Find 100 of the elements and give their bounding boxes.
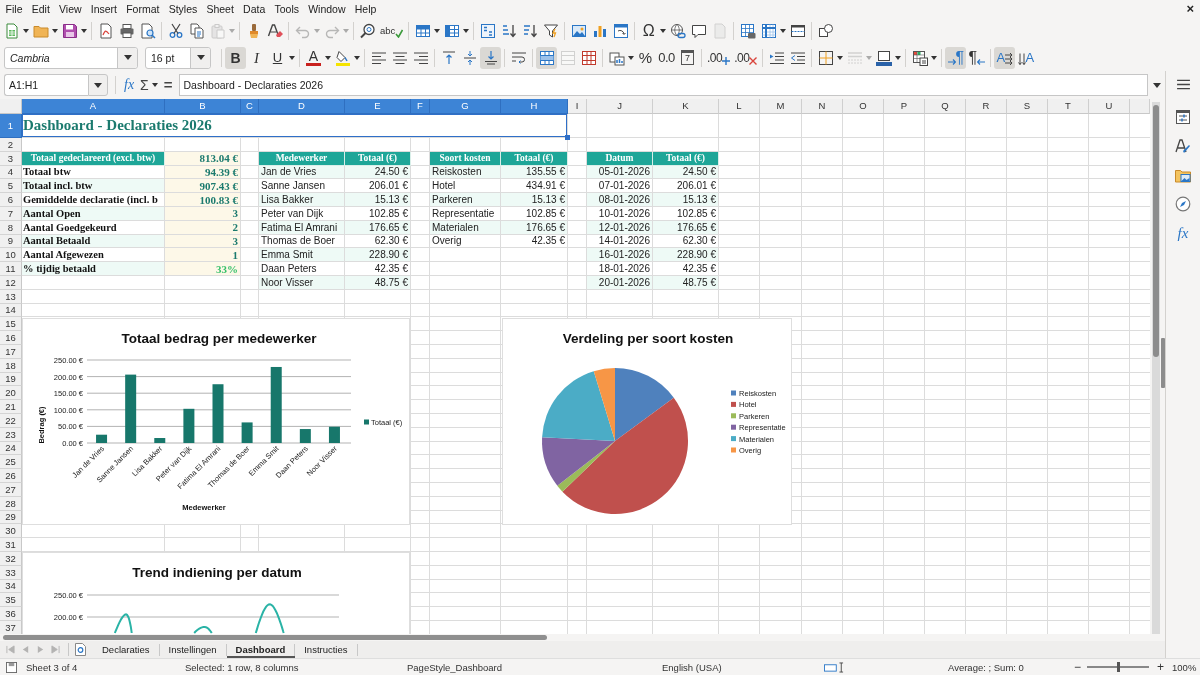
column-header[interactable]: L [719, 99, 760, 114]
column-header[interactable]: G [430, 99, 501, 114]
percent-button[interactable]: % [635, 46, 656, 69]
formula-input[interactable]: Dashboard - Declaraties 2026 [178, 74, 1148, 96]
font-color-button[interactable]: A [303, 46, 324, 69]
row-header[interactable]: 11 [0, 262, 22, 276]
functions-tab[interactable]: fx [1177, 225, 1189, 241]
function-wizard-button[interactable]: fx [122, 75, 137, 95]
menu-item[interactable]: Data [238, 2, 270, 16]
column-header[interactable]: Q [925, 99, 966, 114]
dropdown-arrow-icon[interactable] [354, 55, 360, 60]
zoom-percentage[interactable]: 100% [1172, 661, 1197, 673]
zoom-in-button[interactable]: + [1155, 660, 1167, 674]
dropdown-arrow-icon[interactable] [628, 55, 634, 60]
column-header[interactable]: F [411, 99, 430, 114]
row-header[interactable]: 25 [0, 455, 22, 470]
menu-item[interactable]: Edit [27, 2, 55, 16]
row-header[interactable]: 21 [0, 400, 22, 414]
dropdown-arrow-icon[interactable] [52, 29, 58, 33]
column-header[interactable]: I [568, 99, 587, 114]
column-header[interactable]: K [653, 99, 719, 114]
row-header[interactable]: 5 [0, 179, 22, 194]
bold-button[interactable]: B [225, 46, 246, 69]
dropdown-arrow-icon[interactable] [660, 29, 667, 33]
right-to-left-button[interactable]: ¶ [966, 46, 988, 69]
row-header[interactable]: 35 [0, 593, 22, 608]
close-document-button[interactable]: × [1184, 2, 1196, 16]
vertical-scrollbar-thumb[interactable] [1153, 105, 1159, 357]
menu-item[interactable]: Help [350, 2, 381, 16]
row-header[interactable]: 15 [0, 317, 22, 332]
document-status-icon[interactable] [6, 661, 17, 673]
styles-icon[interactable] [1175, 138, 1191, 154]
menu-item[interactable]: View [54, 2, 87, 16]
column-header[interactable]: P [884, 99, 925, 114]
dropdown-arrow-icon[interactable] [325, 55, 331, 60]
column-header[interactable]: R [966, 99, 1007, 114]
name-box-dropdown-button[interactable] [88, 74, 108, 96]
column-header[interactable]: M [760, 99, 802, 114]
row-header[interactable]: 30 [0, 524, 22, 539]
dropdown-arrow-icon[interactable] [151, 83, 158, 87]
name-box[interactable]: A1:H1 [4, 74, 88, 96]
dropdown-arrow-icon[interactable] [434, 29, 441, 33]
add-decimal-button[interactable]: .00 [705, 46, 733, 69]
formula-button[interactable]: = [161, 75, 175, 95]
column-header[interactable]: A [22, 99, 165, 114]
zoom-slider-thumb[interactable] [1116, 662, 1120, 672]
sheet-tab[interactable]: Declaraties [93, 643, 160, 656]
fill-handle-icon[interactable] [565, 135, 570, 140]
menu-item[interactable]: Sheet [201, 2, 239, 16]
dropdown-arrow-icon[interactable] [23, 29, 29, 33]
row-header[interactable]: 20 [0, 386, 22, 401]
menu-icon[interactable] [1176, 79, 1190, 90]
dropdown-arrow-icon[interactable] [837, 55, 844, 60]
row-header[interactable]: 16 [0, 331, 22, 345]
add-sheet-icon[interactable] [75, 643, 86, 656]
number-button[interactable]: 0.0 [656, 46, 677, 69]
merge-center-button[interactable] [536, 46, 557, 69]
column-header[interactable]: B [165, 99, 241, 114]
properties-icon[interactable] [1175, 109, 1191, 125]
sum-button[interactable]: Σ [138, 75, 151, 95]
date-button[interactable]: 7 [677, 46, 698, 69]
gallery-icon[interactable] [1175, 167, 1191, 183]
row-header[interactable]: 6 [0, 193, 22, 207]
menu-item[interactable]: File [1, 2, 28, 16]
row-header[interactable]: 26 [0, 469, 22, 483]
delete-decimal-button[interactable]: .00 [732, 46, 760, 69]
vertical-text-button[interactable]: A [1015, 46, 1037, 69]
align-bottom-button[interactable] [480, 46, 501, 69]
dropdown-arrow-icon[interactable] [463, 29, 470, 33]
column-header[interactable]: E [345, 99, 411, 114]
column-header[interactable]: J [587, 99, 653, 114]
column-header[interactable]: D [259, 99, 345, 114]
column-header[interactable]: T [1048, 99, 1089, 114]
menu-item[interactable]: Window [303, 2, 351, 16]
underline-button[interactable]: U [267, 46, 288, 69]
dropdown-arrow-icon[interactable] [780, 29, 787, 33]
row-header[interactable]: 2 [0, 138, 22, 152]
sheet-tab[interactable]: Instructies [295, 643, 358, 656]
column-header[interactable]: N [802, 99, 843, 114]
navigator-icon[interactable] [1175, 196, 1191, 212]
dropdown-arrow-icon[interactable] [931, 55, 938, 60]
sidebar-grip[interactable] [1161, 338, 1165, 388]
zoom-out-button[interactable]: − [1072, 660, 1083, 674]
dropdown-arrow-icon[interactable] [895, 55, 902, 60]
special-character-button[interactable]: Ω [638, 20, 660, 42]
menu-item[interactable]: Styles [164, 2, 202, 16]
row-header[interactable]: 36 [0, 607, 22, 621]
column-header[interactable]: C [241, 99, 259, 114]
column-header[interactable]: H [501, 99, 568, 114]
selection-mode-icon[interactable] [824, 661, 844, 673]
spelling-button[interactable]: abc [378, 20, 406, 42]
sheet-tab[interactable]: Instellingen [159, 643, 227, 656]
menu-item[interactable]: Insert [86, 2, 122, 16]
row-header[interactable]: 10 [0, 248, 22, 263]
italic-button[interactable]: I [246, 46, 267, 69]
column-header[interactable]: O [843, 99, 884, 114]
dropdown-arrow-icon[interactable] [289, 55, 295, 60]
column-header[interactable]: U [1089, 99, 1130, 114]
row-header[interactable]: 31 [0, 538, 22, 552]
dropdown-arrow-icon[interactable] [81, 29, 87, 33]
